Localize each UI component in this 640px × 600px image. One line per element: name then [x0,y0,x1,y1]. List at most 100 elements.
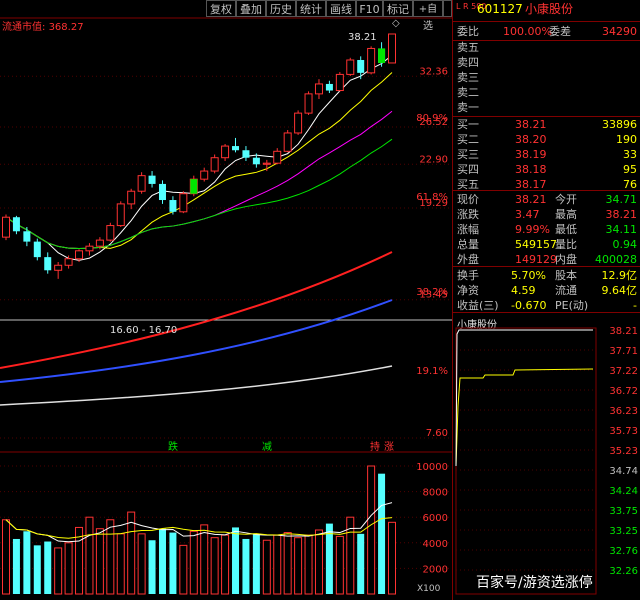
bid-price: 38.21 [515,118,547,131]
ma250-line [0,365,393,406]
candle-body [252,157,260,165]
bid-label: 买一 [457,118,479,131]
moving-averages [0,54,393,406]
volume-bar [44,541,52,594]
volume-bar [221,534,230,595]
ma10-line [5,72,393,249]
volume-bar [252,533,260,594]
stat-label: 涨跌 [457,208,479,221]
volume-tick: 4000 [423,539,448,550]
volume-bar [23,531,31,594]
candle-body [54,264,63,271]
ma120-line [0,299,393,383]
volume-tick: 2000 [423,564,448,575]
volume-bar [64,542,73,595]
candle-body [44,257,52,271]
candle-body [116,203,125,227]
stat-label: 股本 [555,269,577,282]
stat-row: 外盘 149129 内盘 400028 [453,252,640,267]
mini-price-tick: 36.23 [609,406,638,417]
candle-body [12,217,20,232]
candle-body [262,162,271,165]
bid-volume: 190 [616,133,637,146]
stat-label: 量比 [555,238,577,251]
stat-value: 4.59 [511,284,536,297]
mini-price-tick: 37.22 [609,366,638,377]
ask-row: 卖一 [457,101,479,114]
bid-volume: 33 [623,148,637,161]
candle-body [357,59,365,73]
bid-row: 买四 38.18 95 [453,162,640,177]
signal-die: 跌 [168,442,178,453]
volume-bar [314,529,323,595]
bid-row: 买三 38.19 33 [453,147,640,162]
signal-zhang: 涨 [384,442,394,453]
price-tick: 22.90 [419,154,448,165]
bid-price: 38.20 [515,133,547,146]
ma5-line [5,54,393,261]
signal-candle [378,48,386,63]
bid-row: 买一 38.21 33896 [453,117,640,132]
bid-volume: 33896 [602,118,637,131]
volume-bar [85,516,94,595]
candle-body [273,150,282,164]
candle-body [388,33,396,64]
candle-body [335,73,344,92]
candle-body [106,225,115,241]
ma30-line [5,138,393,249]
stat-value: 34.71 [605,193,638,206]
volume-bar [242,538,250,594]
candle-body [221,145,230,159]
pct-tick: 61.8% [416,192,448,203]
stat-value: 9.64亿 [601,284,638,297]
mini-price-tick: 32.76 [609,546,638,557]
signal-candle [190,179,198,194]
candle-body [64,258,73,266]
volume-bar [273,534,282,595]
stat-row: 总量 549157 量比 0.94 [453,237,640,252]
mini-price-tick: 35.23 [609,446,638,457]
watermark: 百家号/游资选涨停 [476,575,593,591]
stat-label: 净资 [457,284,479,297]
stat-label: 最高 [555,208,577,221]
mini-frame [455,327,597,595]
bid-price: 38.19 [515,148,547,161]
volume-bar [127,511,136,595]
stat-row: 净资 4.59 流通 9.64亿 [453,283,640,298]
stat-value: 149129 [515,253,557,266]
candle-body [200,170,209,180]
stat-label: 收益(三) [457,299,499,312]
kline-panel[interactable]: 复权 叠加 历史 统计 画线 F10 标记 +自选 流通市值: 368.27 3… [0,0,593,600]
volume-bar [357,533,365,594]
candle-body [179,193,188,213]
mini-price-tick: 36.72 [609,386,638,397]
candle-body [210,157,219,172]
volume-bar [106,519,115,595]
ask-row: 卖五 [457,41,479,54]
candlestick-chart: 32.3626.5222.9019.2913.457.6080.9%61.8%3… [0,17,452,595]
high-price-label: 38.21 [348,32,377,43]
candle-body [232,146,240,151]
vol-ma5-line [5,502,393,543]
price-tick: 32.36 [419,66,448,77]
ratio-row: 委比 100.00% 委差 34290 [457,25,637,38]
candle-body [304,93,313,114]
volume-tick: 6000 [423,513,448,524]
ask-row: 卖三 [457,71,479,84]
candle-body [75,250,84,260]
candle-body [85,245,94,252]
candles [2,33,396,279]
mini-price-tick: 35.73 [609,426,638,437]
stat-value: 5.70% [511,269,546,282]
stat-value: 400028 [595,253,637,266]
candle-body [148,175,156,184]
stat-row: 换手 5.70% 股本 12.9亿 [453,268,640,283]
stat-label: 流通 [555,284,577,297]
candle-body [283,132,292,152]
bid-volume: 95 [623,163,637,176]
volume-bar [12,538,20,594]
stat-value: 38.21 [515,193,547,206]
candle-body [158,183,166,201]
ma20-line [5,110,393,249]
diamond-icon: ◇ [392,18,400,29]
